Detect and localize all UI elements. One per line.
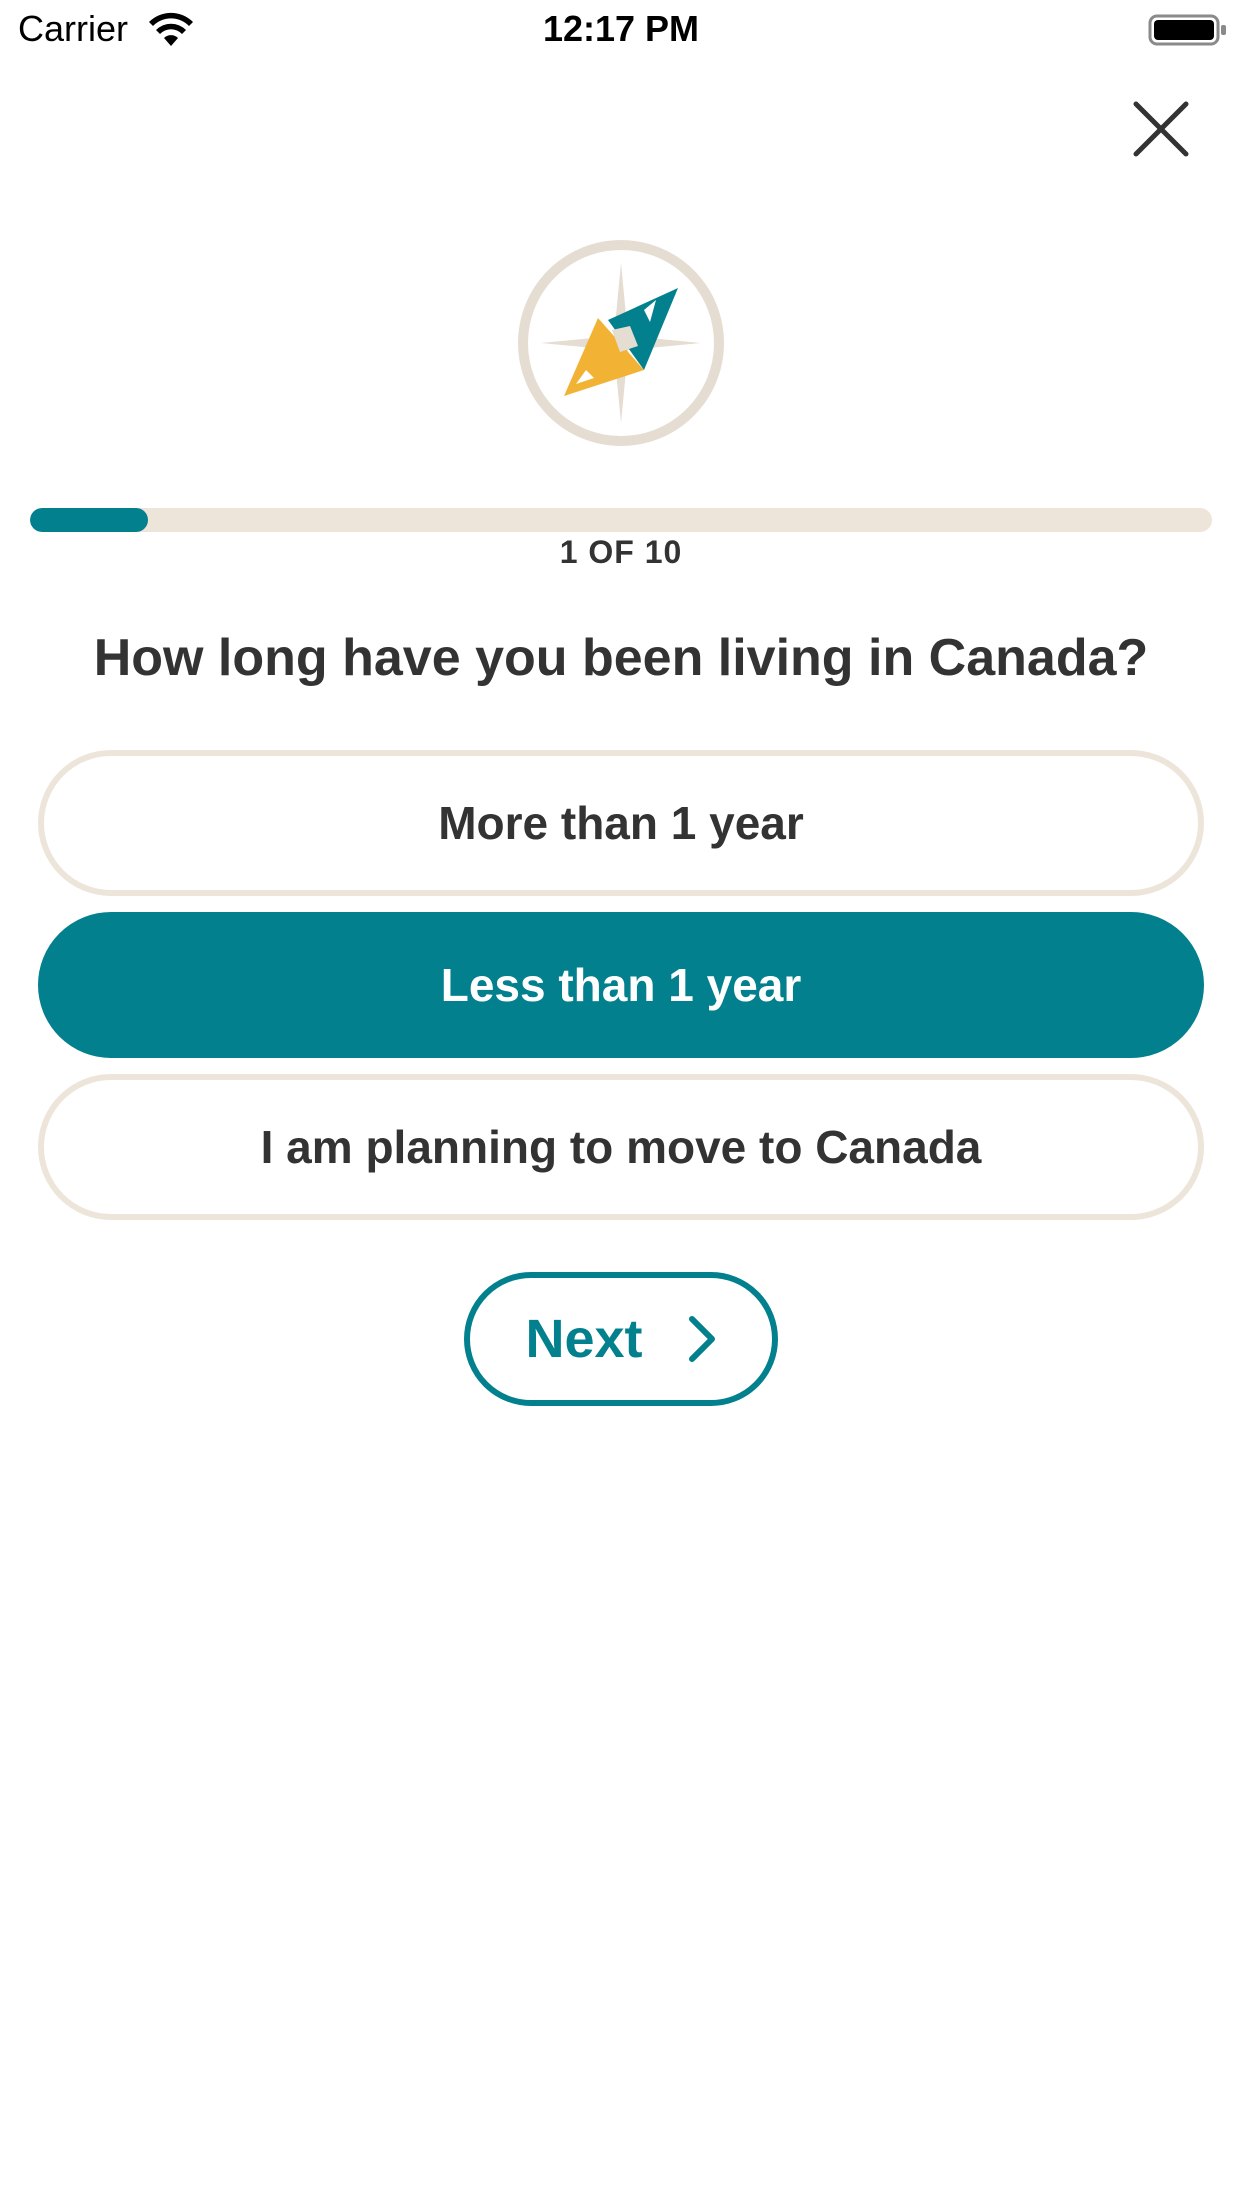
option-less-than-1-year[interactable]: Less than 1 year bbox=[38, 912, 1204, 1058]
status-bar: Carrier 12:17 PM bbox=[0, 0, 1242, 60]
progress-label: 1 OF 10 bbox=[559, 534, 683, 570]
progress-fill bbox=[30, 508, 149, 532]
option-planning-to-move[interactable]: I am planning to move to Canada bbox=[38, 1074, 1204, 1220]
option-more-than-1-year[interactable]: More than 1 year bbox=[38, 750, 1204, 896]
chevron-right-icon bbox=[688, 1316, 715, 1362]
next-button-label: Next bbox=[525, 1309, 643, 1369]
question-title: How long have you been living in Canada? bbox=[93, 629, 1149, 687]
clock-label: 12:17 PM bbox=[542, 8, 700, 49]
next-button[interactable]: Next bbox=[464, 1272, 778, 1406]
screen: Carrier 12:17 PM 1 OF 10 How long have y… bbox=[0, 0, 1242, 2208]
progress-bar bbox=[30, 508, 1212, 532]
battery-icon bbox=[1148, 14, 1226, 46]
close-icon[interactable] bbox=[1130, 98, 1192, 160]
compass-logo-icon bbox=[518, 240, 724, 446]
